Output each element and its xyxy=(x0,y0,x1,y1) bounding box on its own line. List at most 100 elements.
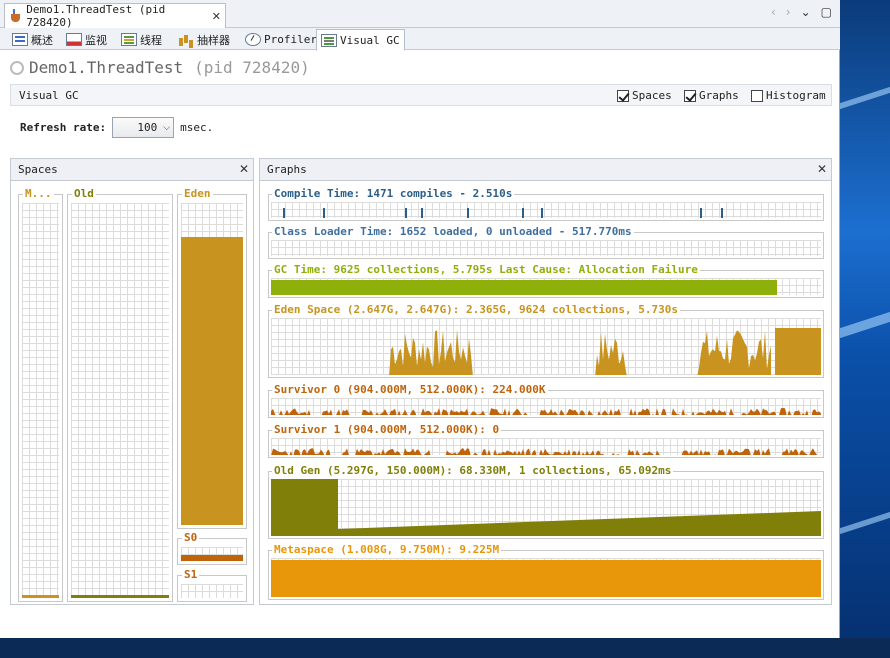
desktop-background xyxy=(840,0,890,658)
eden-space: Eden xyxy=(177,188,247,529)
tool-tab-bar: 概述 监视 线程 抽样器 Profiler Visual GC xyxy=(0,28,840,51)
monitor-icon xyxy=(66,33,82,46)
taskbar xyxy=(0,638,890,658)
chevron-left-icon[interactable]: ‹ xyxy=(771,5,776,19)
visualvm-window: Demo1.ThreadTest (pid 728420) ✕ ‹ › ⌄ ▢ … xyxy=(0,0,840,638)
metaspace-space: M... xyxy=(18,188,63,602)
checkbox-unchecked-icon[interactable] xyxy=(751,89,763,102)
refresh-rate-value: 100 xyxy=(137,121,158,134)
metaspace-graph: Metaspace (1.008G, 9.750M): 9.225M xyxy=(268,544,824,600)
tab-monitor[interactable]: 监视 xyxy=(62,29,111,50)
graph-label: Survivor 0 (904.000M, 512.000K): 224.000… xyxy=(272,383,548,396)
space-fill xyxy=(22,595,59,598)
graph-label: Old Gen (5.297G, 150.000M): 68.330M, 1 c… xyxy=(272,464,674,477)
spaces-panel: Spaces ✕ M... Old Eden S0 S1 xyxy=(10,158,254,605)
class-loader-time-graph: Class Loader Time: 1652 loaded, 0 unload… xyxy=(268,226,824,259)
graphs-panel-title: Graphs xyxy=(267,163,307,176)
profiler-icon xyxy=(245,33,261,46)
app-pid: (pid 728420) xyxy=(194,58,310,77)
compile-spike xyxy=(541,208,543,218)
document-tab-bar: Demo1.ThreadTest (pid 728420) ✕ ‹ › ⌄ ▢ xyxy=(0,0,840,29)
spaces-panel-header: Spaces ✕ xyxy=(11,159,253,181)
old-gen-graph: Old Gen (5.297G, 150.000M): 68.330M, 1 c… xyxy=(268,465,824,539)
app-name: Demo1.ThreadTest xyxy=(29,58,184,77)
checkbox-label: Spaces xyxy=(632,89,672,102)
window-restore-icon[interactable]: ▢ xyxy=(821,5,832,19)
chevron-down-icon[interactable]: ⌄ xyxy=(801,5,811,19)
checkbox-checked-icon[interactable] xyxy=(684,89,696,102)
page-title: Demo1.ThreadTest (pid 728420) xyxy=(10,58,310,77)
histogram-checkbox[interactable]: Histogram xyxy=(751,89,826,102)
graph-label: Eden Space (2.647G, 2.647G): 2.365G, 962… xyxy=(272,303,680,316)
old-gen-initial-block xyxy=(271,479,338,536)
document-tab[interactable]: Demo1.ThreadTest (pid 728420) ✕ xyxy=(4,3,226,29)
space-label: S0 xyxy=(182,531,200,544)
metaspace-usage-area xyxy=(271,560,821,597)
tab-label: 概述 xyxy=(31,33,53,47)
tab-overview[interactable]: 概述 xyxy=(8,29,57,50)
compile-time-graph: Compile Time: 1471 compiles - 2.510s xyxy=(268,188,824,221)
gc-time-bar xyxy=(271,280,777,295)
eden-usage-area xyxy=(389,329,771,375)
refresh-rate-label: Refresh rate: xyxy=(20,121,107,134)
graph-label: Class Loader Time: 1652 loaded, 0 unload… xyxy=(272,225,634,238)
tab-label: Profiler xyxy=(264,33,317,46)
tab-threads[interactable]: 线程 xyxy=(117,29,166,50)
eden-usage-block xyxy=(775,328,821,375)
tab-visual-gc[interactable]: Visual GC xyxy=(316,29,405,51)
spaces-panel-title: Spaces xyxy=(18,163,58,176)
visualgc-icon xyxy=(321,33,337,47)
tab-profiler[interactable]: Profiler xyxy=(241,29,321,50)
space-label: Old xyxy=(72,187,96,200)
survivor0-space: S0 xyxy=(177,532,247,565)
sampler-icon xyxy=(178,33,194,46)
status-circle-icon xyxy=(10,60,24,75)
refresh-rate-row: Refresh rate: 100 ⌵ msec. xyxy=(20,117,213,138)
graph-label: Metaspace (1.008G, 9.750M): 9.225M xyxy=(272,543,502,556)
gc-time-graph: GC Time: 9625 collections, 5.795s Last C… xyxy=(268,264,824,298)
checkbox-label: Graphs xyxy=(699,89,739,102)
space-label: S1 xyxy=(182,568,200,581)
visual-gc-toolbar: Visual GC Spaces Graphs Histogram xyxy=(10,84,832,106)
tab-label: 抽样器 xyxy=(197,33,230,47)
compile-spike xyxy=(721,208,723,218)
compile-spike xyxy=(405,208,407,218)
space-fill xyxy=(181,554,243,561)
document-tab-title: Demo1.ThreadTest (pid 728420) xyxy=(26,3,166,29)
survivor1-space: S1 xyxy=(177,569,247,602)
graphs-checkbox[interactable]: Graphs xyxy=(684,89,739,102)
tab-label: Visual GC xyxy=(340,33,400,47)
old-gen-usage-area xyxy=(338,511,821,536)
graph-label: Compile Time: 1471 compiles - 2.510s xyxy=(272,187,515,200)
compile-spike xyxy=(700,208,702,218)
close-tab-icon[interactable]: ✕ xyxy=(212,10,221,23)
refresh-rate-unit: msec. xyxy=(180,121,214,134)
space-label: M... xyxy=(23,187,54,200)
graphs-panel-header: Graphs ✕ xyxy=(260,159,831,181)
survivor0-graph: Survivor 0 (904.000M, 512.000K): 224.000… xyxy=(268,384,824,418)
space-label: Eden xyxy=(182,187,213,200)
graph-label: Survivor 1 (904.000M, 512.000K): 0 xyxy=(272,423,502,436)
space-fill xyxy=(71,595,169,598)
survivor-usage-area xyxy=(271,448,821,455)
checkbox-label: Histogram xyxy=(766,89,826,102)
tab-label: 线程 xyxy=(140,33,162,47)
tab-navigation: ‹ › ⌄ ▢ xyxy=(771,5,832,19)
chevron-right-icon[interactable]: › xyxy=(786,5,791,19)
compile-spike xyxy=(283,208,285,218)
survivor-usage-area xyxy=(271,408,821,415)
tab-sampler[interactable]: 抽样器 xyxy=(174,29,234,50)
spaces-checkbox[interactable]: Spaces xyxy=(617,89,672,102)
java-cup-icon xyxy=(9,9,22,23)
graph-label: GC Time: 9625 collections, 5.795s Last C… xyxy=(272,263,700,276)
checkbox-checked-icon[interactable] xyxy=(617,89,629,102)
close-icon[interactable]: ✕ xyxy=(817,162,827,176)
compile-spike xyxy=(323,208,325,218)
compile-spike xyxy=(467,208,469,218)
refresh-rate-select[interactable]: 100 ⌵ xyxy=(112,117,175,138)
threads-icon xyxy=(121,33,137,46)
space-fill xyxy=(181,237,243,525)
tab-label: 监视 xyxy=(85,33,107,47)
close-icon[interactable]: ✕ xyxy=(239,162,249,176)
eden-space-graph: Eden Space (2.647G, 2.647G): 2.365G, 962… xyxy=(268,304,824,378)
